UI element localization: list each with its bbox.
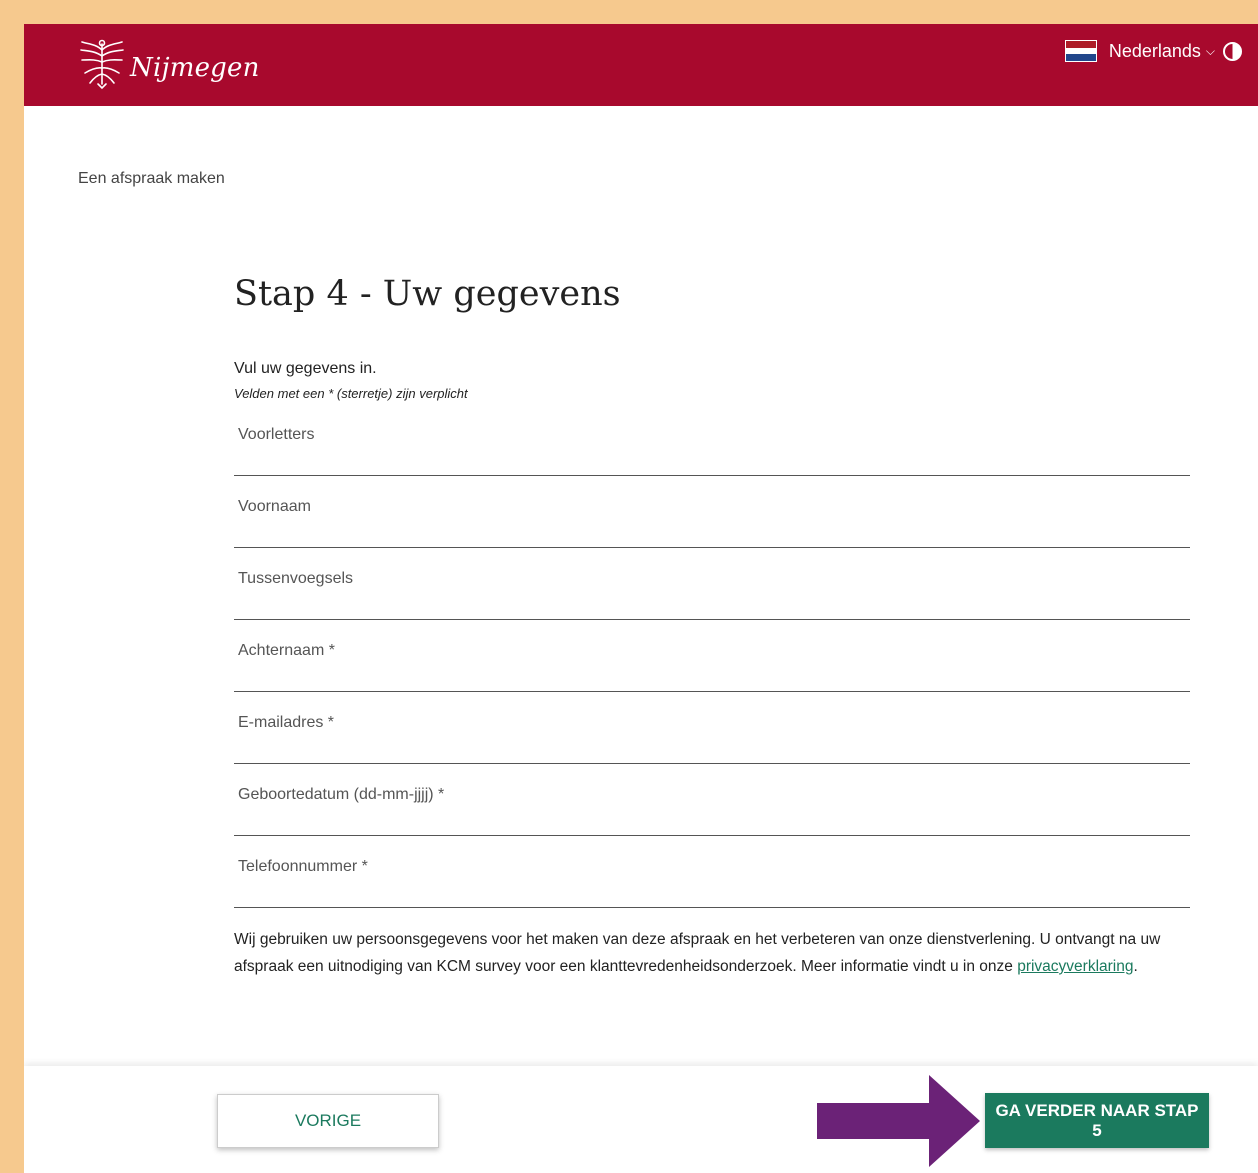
infix-field-wrapper bbox=[234, 548, 1190, 620]
next-step-button[interactable]: GA VERDER NAAR STAP 5 bbox=[985, 1093, 1209, 1148]
previous-button[interactable]: VORIGE bbox=[217, 1094, 439, 1148]
logo-text: Nijmegen bbox=[130, 53, 260, 83]
initials-field-wrapper bbox=[234, 404, 1190, 476]
chevron-down-icon: ⌵ bbox=[1205, 43, 1215, 58]
initials-field[interactable] bbox=[234, 404, 1190, 474]
privacy-link[interactable]: privacyverklaring bbox=[1017, 958, 1133, 975]
page-frame: Nijmegen Nederlands ⌵ Een afspraak maken… bbox=[24, 24, 1258, 1173]
birthdate-field[interactable] bbox=[234, 764, 1190, 834]
last-name-field-wrapper bbox=[234, 620, 1190, 692]
last-name-field[interactable] bbox=[234, 620, 1190, 690]
phone-field[interactable] bbox=[234, 836, 1190, 906]
first-name-field-wrapper bbox=[234, 476, 1190, 548]
footer-bar: VORIGE GA VERDER NAAR STAP 5 bbox=[24, 1066, 1258, 1173]
logo[interactable]: Nijmegen bbox=[78, 38, 260, 90]
dutch-flag-icon bbox=[1064, 40, 1097, 62]
language-selector[interactable]: Nederlands ⌵ bbox=[1064, 40, 1242, 62]
required-note: Velden met een * (sterretje) zijn verpli… bbox=[234, 386, 468, 401]
privacy-notice: Wij gebruiken uw persoonsgegevens voor h… bbox=[234, 926, 1194, 980]
nijmegen-eagle-icon bbox=[80, 39, 124, 90]
annotation-arrow-icon bbox=[817, 1075, 980, 1167]
privacy-end: . bbox=[1133, 958, 1138, 975]
email-field[interactable] bbox=[234, 692, 1190, 762]
birthdate-field-wrapper bbox=[234, 764, 1190, 836]
breadcrumb[interactable]: Een afspraak maken bbox=[78, 170, 225, 188]
language-label: Nederlands bbox=[1108, 40, 1201, 61]
page-title: Stap 4 - Uw gegevens bbox=[234, 274, 621, 314]
personal-details-form bbox=[234, 404, 1190, 908]
first-name-field[interactable] bbox=[234, 476, 1190, 546]
email-field-wrapper bbox=[234, 692, 1190, 764]
phone-field-wrapper bbox=[234, 836, 1190, 908]
site-header: Nijmegen Nederlands ⌵ bbox=[24, 24, 1258, 106]
form-intro: Vul uw gegevens in. bbox=[234, 360, 377, 377]
infix-field[interactable] bbox=[234, 548, 1190, 618]
contrast-toggle-icon[interactable] bbox=[1223, 41, 1242, 61]
